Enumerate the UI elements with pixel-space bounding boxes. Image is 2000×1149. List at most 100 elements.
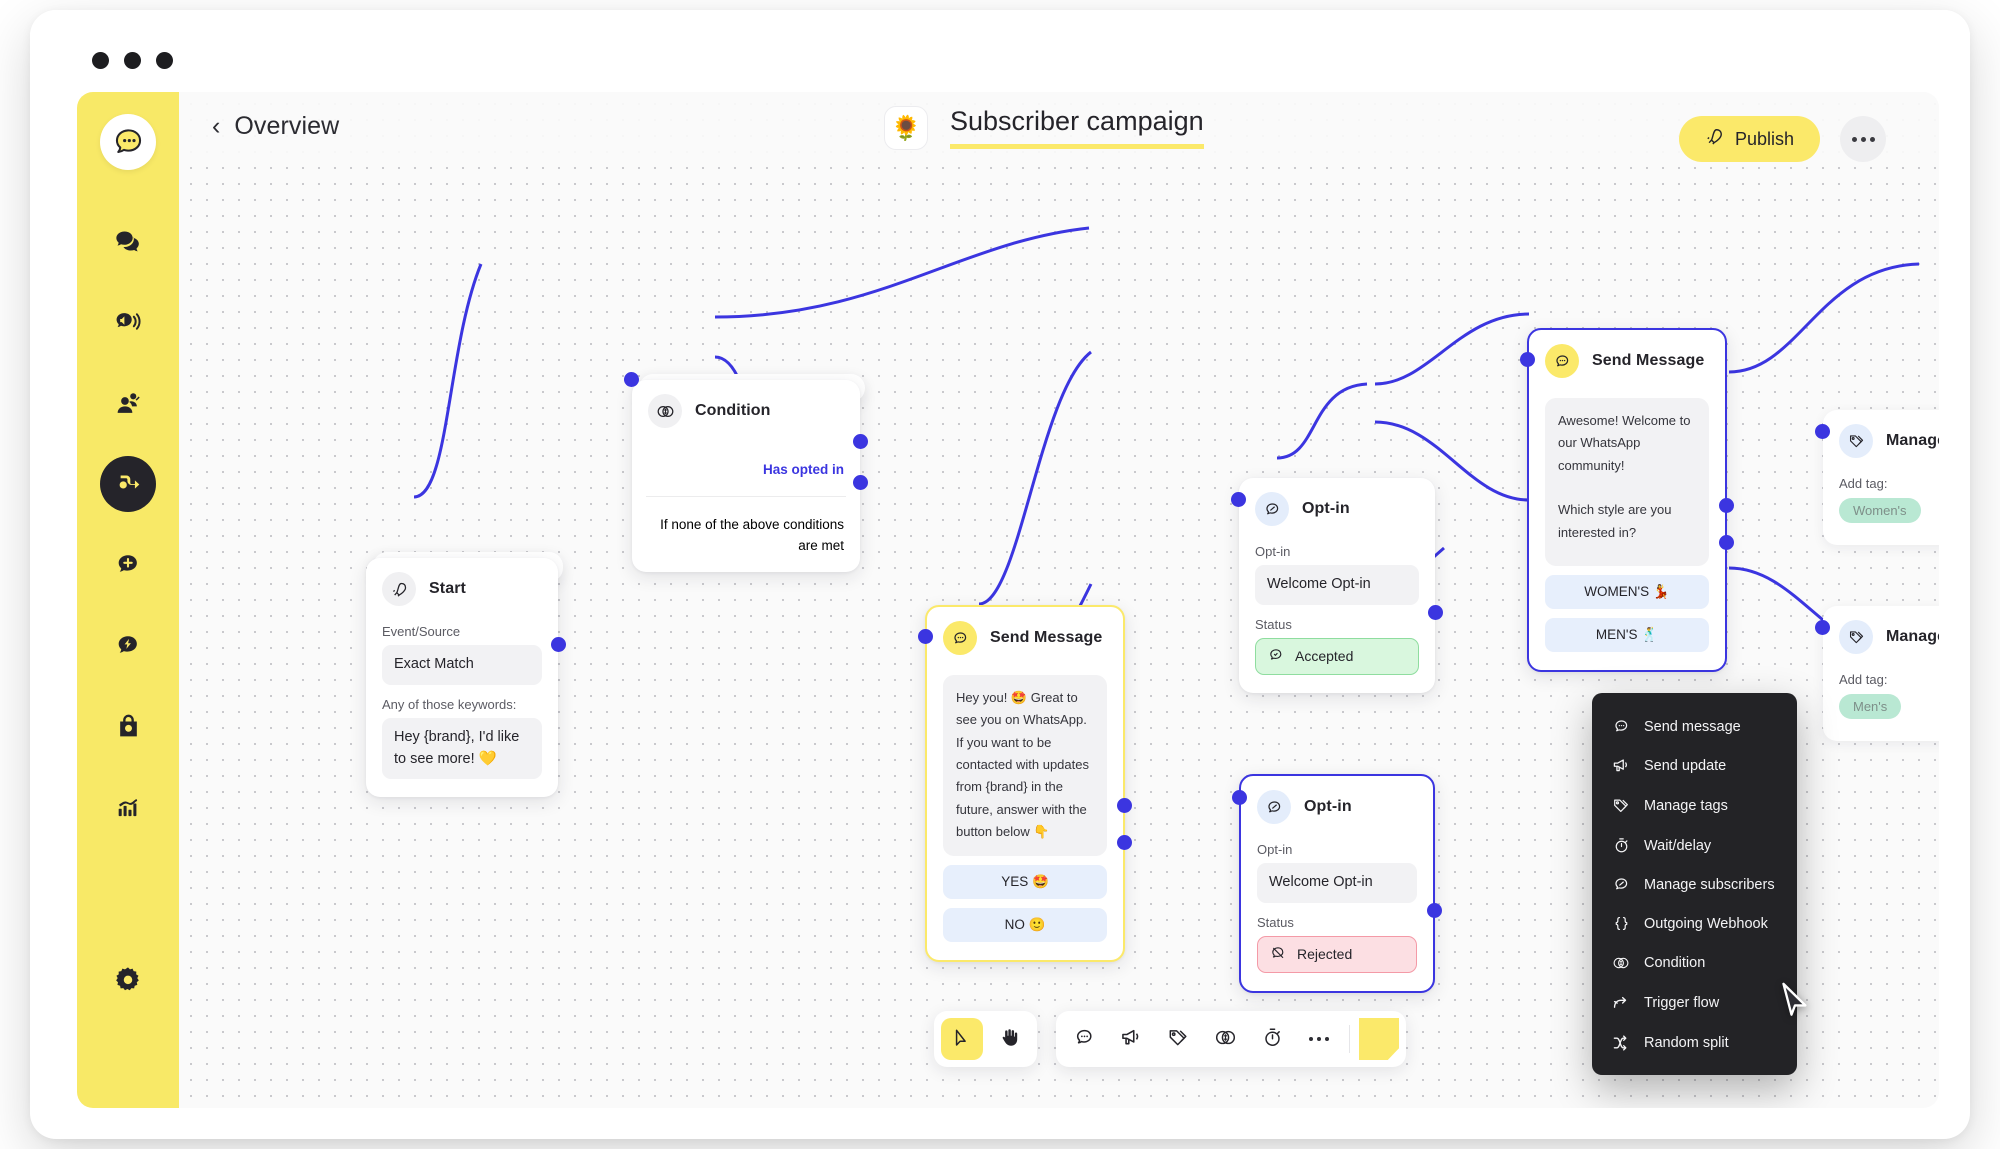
handle-condition-true-out[interactable] — [853, 434, 868, 449]
status-label: Status — [1257, 914, 1294, 930]
handle-send2-womens-out[interactable] — [1719, 498, 1734, 513]
optin-value[interactable]: Welcome Opt-in — [1257, 863, 1417, 903]
reply-button-mens[interactable]: MEN'S 🕺 — [1545, 618, 1709, 653]
more-nodes-button[interactable] — [1298, 1018, 1340, 1060]
event-source-label: Event/Source — [382, 624, 461, 639]
chevron-left-icon: ‹ — [212, 112, 221, 140]
sidebar-item-audience[interactable] — [100, 376, 156, 432]
flow-emoji-icon[interactable]: 🌻 — [884, 106, 928, 150]
menu-item-label: Trigger flow — [1644, 995, 1720, 1011]
sidebar-item-automation[interactable] — [100, 618, 156, 674]
node-condition[interactable]: Condition Has opted in If none of the ab… — [624, 372, 868, 572]
muted-bubble-icon — [1270, 945, 1286, 964]
sidebar — [77, 92, 179, 1108]
node-start[interactable]: Start Event/Source Exact Match Any of th… — [366, 558, 566, 798]
sidebar-item-broadcasts[interactable] — [100, 295, 156, 351]
reply-button-no[interactable]: NO 🙂 — [943, 907, 1107, 942]
message-bubble-icon — [1545, 344, 1579, 378]
add-message-node-button[interactable] — [1063, 1018, 1105, 1060]
more-options-button[interactable] — [1840, 116, 1886, 162]
handle-optin2-in[interactable] — [1232, 790, 1247, 805]
menu-item-send-message[interactable]: Send message — [1592, 707, 1797, 746]
message-body[interactable]: Hey you! 🤩 Great to see you on WhatsApp.… — [943, 675, 1107, 856]
node-optin-rejected[interactable]: Opt-in Opt-in Welcome Opt-in Status Reje… — [1232, 774, 1442, 993]
event-source-value[interactable]: Exact Match — [382, 645, 542, 685]
node-send-message-1[interactable]: Send Message Hey you! 🤩 Great to see you… — [918, 605, 1132, 962]
menu-item-condition[interactable]: Condition — [1592, 943, 1797, 983]
message-body[interactable]: Awesome! Welcome to our WhatsApp communi… — [1545, 398, 1709, 567]
condition-branch-true[interactable]: Has opted in — [632, 434, 860, 496]
menu-item-label: Send message — [1644, 718, 1741, 735]
toolbar-pointer-group — [934, 1011, 1037, 1067]
reply-button-yes[interactable]: YES 🤩 — [943, 864, 1107, 899]
optin-value[interactable]: Welcome Opt-in — [1255, 565, 1419, 605]
handle-optin1-out[interactable] — [1428, 605, 1443, 620]
status-text: Accepted — [1295, 648, 1354, 665]
sidebar-item-settings[interactable] — [100, 952, 156, 1008]
sidebar-item-chats[interactable] — [100, 214, 156, 270]
menu-item-label: Send update — [1644, 758, 1727, 774]
menu-item-send-update[interactable]: Send update — [1592, 746, 1797, 786]
select-tool-button[interactable] — [941, 1018, 983, 1060]
window-minimize-button[interactable] — [124, 52, 141, 69]
tag-chip[interactable]: Women's — [1839, 498, 1921, 523]
condition-venn-icon — [648, 394, 682, 428]
menu-item-trigger-flow[interactable]: Trigger flow — [1592, 983, 1797, 1023]
flow-canvas[interactable]: Start Event/Source Exact Match Any of th… — [179, 92, 1939, 1108]
menu-item-label: Manage subscribers — [1644, 876, 1775, 893]
keywords-value[interactable]: Hey {brand}, I'd like to see more! 💛 — [382, 717, 542, 780]
chats-icon — [114, 228, 142, 256]
sidebar-item-new-message[interactable] — [100, 537, 156, 593]
add-delay-node-button[interactable] — [1251, 1018, 1293, 1060]
pan-tool-button[interactable] — [988, 1018, 1030, 1060]
handle-send1-in[interactable] — [918, 629, 933, 644]
add-tag-node-button[interactable] — [1157, 1018, 1199, 1060]
handle-send2-mens-out[interactable] — [1719, 535, 1734, 550]
handle-start-out[interactable] — [551, 637, 566, 652]
handle-optin1-in[interactable] — [1231, 492, 1246, 507]
hand-icon — [999, 1027, 1020, 1051]
sidebar-item-analytics[interactable] — [100, 779, 156, 835]
add-update-node-button[interactable] — [1110, 1018, 1152, 1060]
window-maximize-button[interactable] — [156, 52, 173, 69]
node-title: Manage tags — [1886, 432, 1939, 449]
reply-button-womens[interactable]: WOMEN'S 💃 — [1545, 575, 1709, 610]
window-close-button[interactable] — [92, 52, 109, 69]
node-optin-accepted[interactable]: Opt-in Opt-in Welcome Opt-in Status Acce… — [1231, 478, 1443, 693]
add-condition-node-button[interactable] — [1204, 1018, 1246, 1060]
node-send-message-2[interactable]: Send Message Awesome! Welcome to our Wha… — [1520, 328, 1734, 673]
handle-send1-no-out[interactable] — [1117, 835, 1132, 850]
braces-icon — [1612, 915, 1630, 932]
broadcast-icon — [114, 309, 142, 337]
optin-label: Opt-in — [1255, 544, 1291, 559]
cursor-arrow-icon — [952, 1028, 972, 1051]
condition-branch-else[interactable]: If none of the above conditions are met — [632, 497, 860, 572]
menu-item-manage-subscribers[interactable]: Manage subscribers — [1592, 865, 1797, 904]
node-type-context-menu[interactable]: Send message Send update Manage tags Wai… — [1592, 693, 1797, 1075]
publish-button[interactable]: Publish — [1678, 116, 1820, 162]
sidebar-item-commerce[interactable] — [100, 698, 156, 754]
message-bubble-icon — [1612, 718, 1630, 735]
handle-tags1-in[interactable] — [1815, 424, 1830, 439]
node-header: Condition — [632, 380, 860, 434]
handle-condition-in[interactable] — [624, 372, 639, 387]
message-bubble-icon — [943, 621, 977, 655]
handle-optin2-out[interactable] — [1427, 903, 1442, 918]
menu-item-wait-delay[interactable]: Wait/delay — [1592, 826, 1797, 865]
sticky-note-icon[interactable] — [1359, 1018, 1399, 1060]
menu-item-outgoing-webhook[interactable]: Outgoing Webhook — [1592, 904, 1797, 943]
handle-condition-else-out[interactable] — [853, 475, 868, 490]
sidebar-item-flows[interactable] — [100, 456, 156, 512]
page-title[interactable]: Subscriber campaign — [950, 106, 1204, 149]
menu-item-manage-tags[interactable]: Manage tags — [1592, 786, 1797, 826]
back-to-overview-button[interactable]: ‹ Overview — [212, 112, 339, 141]
handle-send1-yes-out[interactable] — [1117, 798, 1132, 813]
node-manage-tags-womens[interactable]: Manage tags Add tag: Women's — [1815, 410, 1939, 545]
handle-send2-in[interactable] — [1520, 352, 1535, 367]
timer-icon — [1262, 1027, 1283, 1051]
sidebar-logo[interactable] — [100, 114, 156, 170]
tag-chip[interactable]: Men's — [1839, 694, 1902, 719]
node-manage-tags-mens[interactable]: Manage tags Add tag: Men's — [1815, 606, 1939, 741]
menu-item-random-split[interactable]: Random split — [1592, 1023, 1797, 1063]
handle-tags2-in[interactable] — [1815, 620, 1830, 635]
